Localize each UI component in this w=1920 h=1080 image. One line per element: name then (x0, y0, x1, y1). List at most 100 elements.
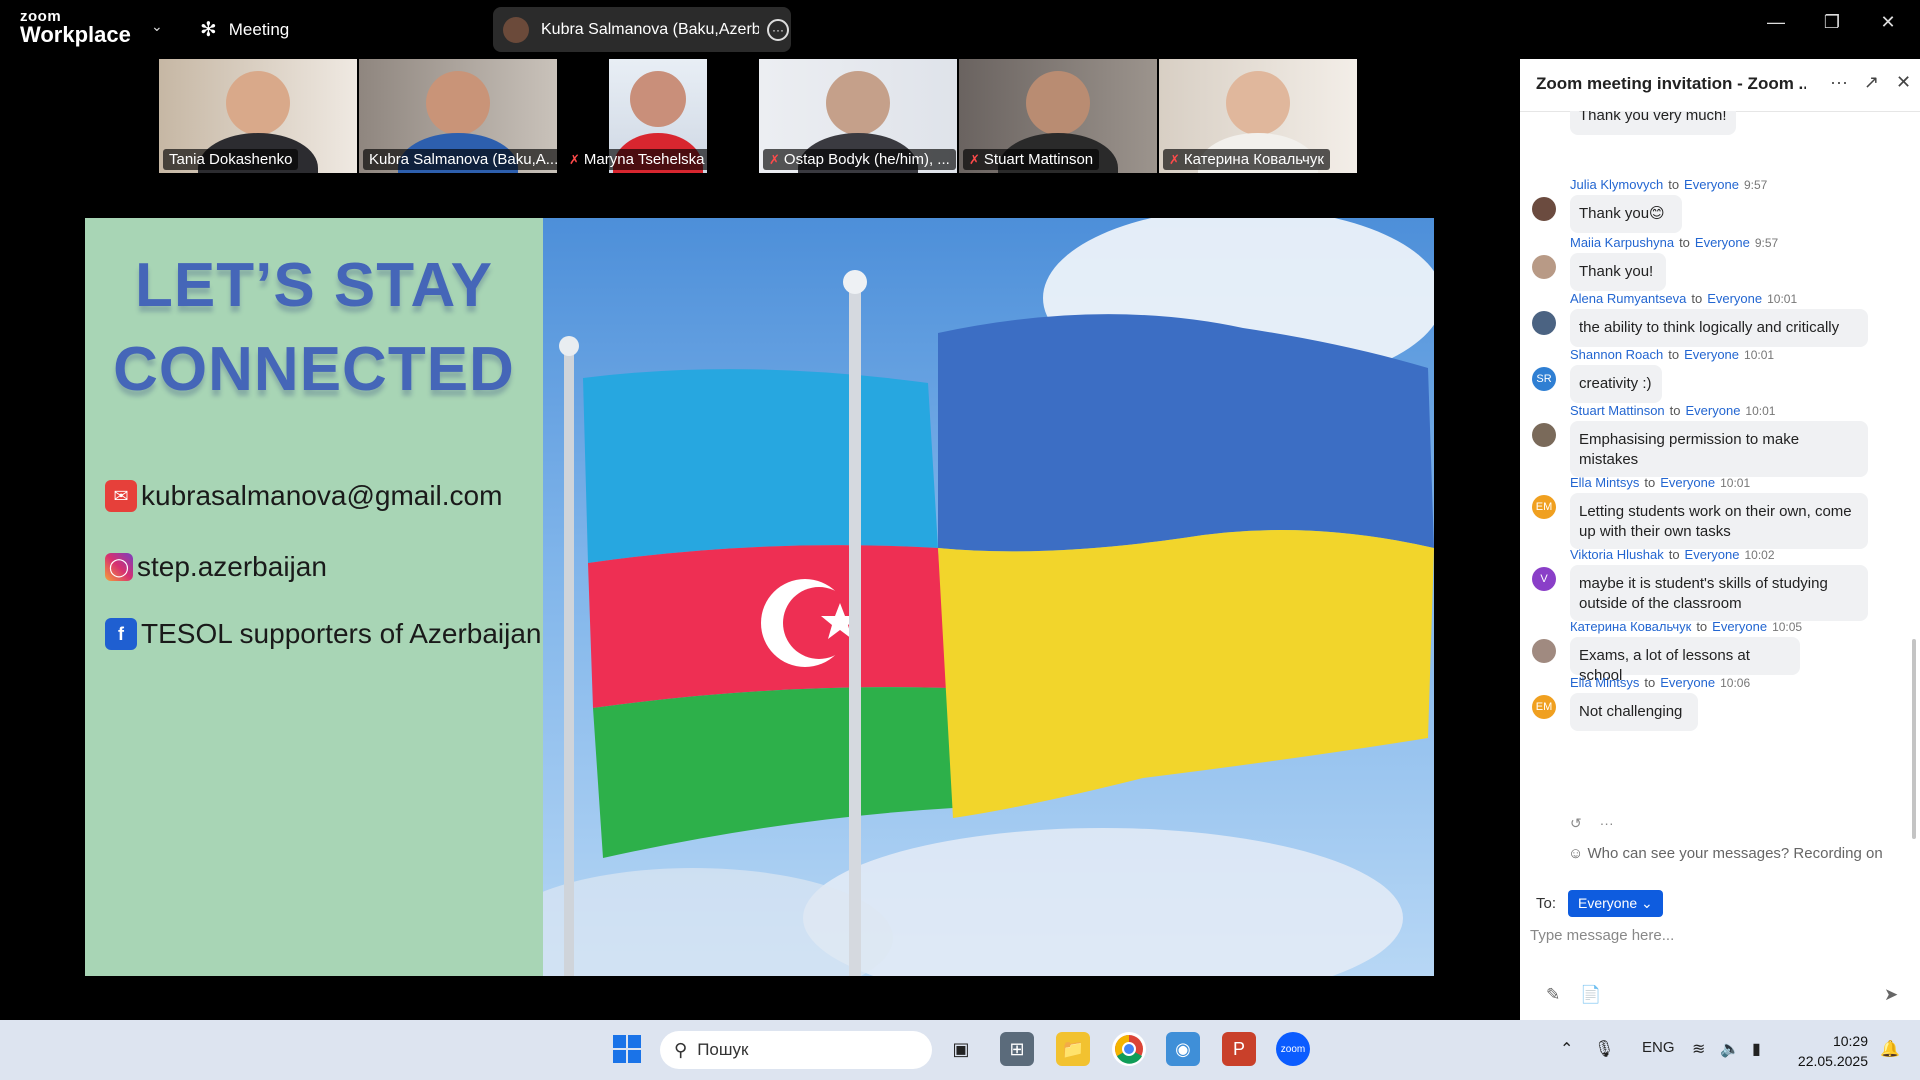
facebook-icon: f (105, 618, 137, 650)
sender-name[interactable]: Stuart Mattinson (1570, 403, 1665, 418)
chrome-icon[interactable] (1112, 1032, 1146, 1066)
avatar[interactable] (1532, 311, 1556, 335)
sender-name[interactable]: Shannon Roach (1570, 347, 1663, 362)
message-time: 10:05 (1772, 620, 1803, 634)
taskbar-search[interactable]: ⚲ Пошук (660, 1031, 932, 1069)
close-icon[interactable]: ✕ (1870, 12, 1906, 42)
avatar[interactable]: V (1532, 567, 1556, 591)
reply-icon[interactable]: ↺ (1570, 815, 1582, 831)
avatar[interactable] (1532, 423, 1556, 447)
instagram-contact: ◯ step.azerbaijan (105, 551, 327, 583)
more-icon[interactable]: ··· (1600, 815, 1614, 831)
visibility-notice[interactable]: ☺ Who can see your messages? Recording o… (1568, 845, 1883, 862)
recipient-name: Everyone (1707, 291, 1763, 306)
zoom-icon[interactable]: zoom (1276, 1032, 1310, 1066)
shared-screen: LET’S STAY CONNECTED ✉ kubrasalmanova@gm… (85, 176, 1434, 1018)
battery-icon[interactable]: ▮ (1752, 1039, 1761, 1059)
more-icon[interactable]: ··· (767, 18, 789, 41)
top-bar: zoom Workplace ⌄ ✻ Meeting Kubra Salmano… (0, 0, 1920, 58)
windows-start-icon[interactable] (610, 1032, 644, 1066)
message-actions: ↺ ··· (1570, 815, 1614, 832)
speaker-icon[interactable]: 🔈 (1720, 1039, 1740, 1059)
sender-name[interactable]: Julia Klymovych (1570, 177, 1663, 192)
participant-tile[interactable]: Tania Dokashenko (159, 59, 357, 173)
recipient-name: Everyone (1685, 403, 1741, 418)
chevron-up-icon[interactable]: ⌃ (1560, 1039, 1573, 1059)
windows-taskbar: ⚲ Пошук ▣ ⊞ 📁 ◉ P zoom ⌃ 🎙 ENG ≋ 🔈 ▮ 10:… (0, 1020, 1920, 1080)
avatar[interactable]: SR (1532, 367, 1556, 391)
message-bubble[interactable]: creativity :) (1570, 365, 1662, 403)
participant-tile[interactable]: ✗ Катерина Ковальчук (1159, 59, 1357, 173)
sender-name[interactable]: Ella Mintsys (1570, 675, 1639, 690)
message-time: 10:01 (1720, 476, 1751, 490)
chat-panel: Zoom meeting invitation - Zoom ... ··· ↗… (1520, 59, 1920, 1020)
to-word: to (1696, 619, 1708, 634)
avatar[interactable] (1532, 197, 1556, 221)
close-chat-icon[interactable]: ✕ (1896, 72, 1911, 93)
more-options-icon[interactable]: ··· (1830, 72, 1848, 93)
meeting-button[interactable]: ✻ Meeting (200, 17, 289, 42)
avatar[interactable]: EM (1532, 495, 1556, 519)
sender-name[interactable]: Alena Rumyantseva (1570, 291, 1686, 306)
notification-bell-icon[interactable]: 🔔 (1880, 1039, 1900, 1059)
to-word: to (1691, 291, 1703, 306)
sender-name[interactable]: Maiia Karpushyna (1570, 235, 1674, 250)
to-word: to (1644, 675, 1656, 690)
avatar (503, 16, 529, 43)
participant-label: ✗ Stuart Mattinson (963, 149, 1100, 170)
network-app-icon[interactable]: ◉ (1166, 1032, 1200, 1066)
slide-title-line1: LET’S STAY (135, 251, 493, 320)
active-speaker-pill[interactable]: Kubra Salmanova (Baku,Azerbaija ··· (493, 7, 791, 52)
file-icon[interactable]: 📄 (1580, 985, 1601, 1005)
chevron-down-icon[interactable]: ⌄ (151, 18, 163, 35)
message-bubble[interactable]: Not challenging (1570, 693, 1698, 731)
format-icon[interactable]: ✎ (1546, 985, 1560, 1005)
language-indicator[interactable]: ENG (1642, 1039, 1675, 1056)
task-view-icon[interactable]: ▣ (944, 1032, 978, 1066)
message-time: 10:01 (1744, 348, 1775, 362)
participant-label: Kubra Salmanova (Baku,A... (363, 149, 557, 170)
restore-icon[interactable]: ❐ (1814, 12, 1850, 42)
participant-tile[interactable]: ✗ Stuart Mattinson (959, 59, 1157, 173)
sender-name[interactable]: Viktoria Hlushak (1570, 547, 1664, 562)
pop-out-icon[interactable]: ↗ (1864, 72, 1879, 93)
avatar[interactable] (1532, 639, 1556, 663)
avatar[interactable] (1532, 255, 1556, 279)
wifi-icon[interactable]: ≋ (1692, 1039, 1705, 1059)
flags-image (543, 218, 1434, 976)
zoom-logo[interactable]: zoom Workplace (20, 9, 131, 46)
chat-scrollbar[interactable] (1912, 639, 1916, 839)
participant-tile[interactable]: Kubra Salmanova (Baku,A... (359, 59, 557, 173)
search-icon: ⚲ (674, 1039, 688, 1060)
powerpoint-icon[interactable]: P (1222, 1032, 1256, 1066)
participant-tile[interactable]: ✗ Ostap Bodyk (he/him), ... (759, 59, 957, 173)
sender-name[interactable]: Катерина Ковальчук (1570, 619, 1691, 634)
message-bubble[interactable]: Letting students work on their own, come… (1570, 493, 1868, 549)
visibility-text: Who can see your messages? Recording on (1587, 845, 1883, 862)
recipient-row: To: Everyone ⌄ (1536, 890, 1663, 917)
microphone-icon[interactable]: 🎙 (1594, 1039, 1614, 1059)
avatar[interactable]: EM (1532, 695, 1556, 719)
search-placeholder: Пошук (697, 1040, 749, 1059)
message-time: 10:02 (1744, 548, 1775, 562)
message-bubble[interactable]: the ability to think logically and criti… (1570, 309, 1868, 347)
flags-illustration (543, 218, 1434, 976)
message-bubble[interactable]: Thank you😊 (1570, 195, 1682, 233)
to-word: to (1668, 177, 1680, 192)
file-explorer-icon[interactable]: 📁 (1056, 1032, 1090, 1066)
message-bubble[interactable]: Exams, a lot of lessons at school (1570, 637, 1800, 684)
participant-tile[interactable]: ✗ Maryna Tsehelska (559, 59, 757, 173)
recipient-name: Everyone (1684, 347, 1740, 362)
message-bubble[interactable]: maybe it is student's skills of studying… (1570, 565, 1868, 621)
minimize-icon[interactable]: — (1758, 12, 1794, 42)
sender-name[interactable]: Ella Mintsys (1570, 475, 1639, 490)
chat-title: Zoom meeting invitation - Zoom ... (1536, 74, 1806, 93)
message-input[interactable]: Type message here... (1530, 927, 1674, 944)
participant-label: ✗ Maryna Tsehelska (563, 149, 711, 170)
system-clock[interactable]: 10:29 22.05.2025 (1792, 1031, 1868, 1071)
send-icon[interactable]: ➤ (1884, 985, 1898, 1005)
calculator-icon[interactable]: ⊞ (1000, 1032, 1034, 1066)
message-bubble[interactable]: Emphasising permission to make mistakes (1570, 421, 1868, 477)
message-bubble[interactable]: Thank you! (1570, 253, 1666, 291)
recipient-dropdown[interactable]: Everyone ⌄ (1568, 890, 1663, 917)
